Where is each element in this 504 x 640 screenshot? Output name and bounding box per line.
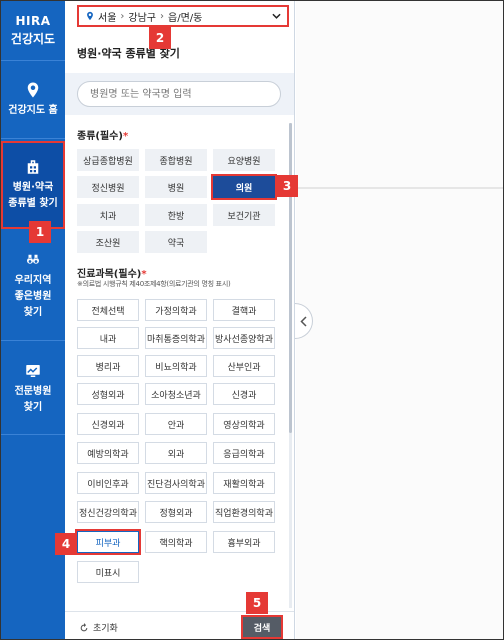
nav-item-label: 병원·약국 (12, 182, 54, 193)
nav-item-label: 찾기 (23, 306, 43, 318)
subject-section-label: 진료과목(필수)* (77, 269, 147, 280)
hospital-building-icon (27, 160, 39, 174)
subject-button[interactable]: 정신건강의학과 (77, 501, 139, 523)
nav-item-label: 건강지도 홈 (8, 104, 58, 116)
subject-button[interactable]: 방사선종양학과 (213, 327, 275, 349)
subject-button[interactable]: 신경외과 (77, 413, 139, 435)
nav-item-label: 전문병원 (14, 385, 52, 397)
facility-search-input[interactable] (77, 81, 281, 107)
nav-item-specialty-hospital-search[interactable]: 전문병원 찾기 (1, 343, 65, 435)
location-dong: 읍/면/동 (168, 12, 203, 24)
step-badge: 4 (55, 533, 77, 555)
nav-item-label: 우리지역 (14, 274, 52, 286)
nav-item-good-hospital-search[interactable]: 우리지역 좋은병원 찾기 (1, 231, 65, 341)
subject-button[interactable]: 비뇨의학과 (145, 355, 207, 377)
subject-button[interactable]: 마취통증의학과 (145, 327, 207, 349)
subject-button[interactable]: 정형외과 (145, 501, 207, 523)
subject-button[interactable]: 직업환경의학과 (213, 501, 275, 523)
location-pin-icon (27, 82, 39, 97)
step-badge: 2 (149, 27, 171, 49)
subject-button[interactable]: 진단검사의학과 (145, 472, 207, 494)
subject-button[interactable]: 성형외과 (77, 383, 139, 405)
search-panel: 서울 › 강남구 › 읍/면/동 병원·약국 종류별 찾기 종류(필수)* 상급… (65, 1, 295, 639)
subject-button[interactable]: 응급의학과 (213, 442, 275, 464)
map-road (296, 187, 503, 189)
app-frame: HIRA 건강지도 건강지도 홈 병원·약국 종류별 찾기 우리지역 좋은병원 … (0, 0, 504, 640)
type-button[interactable]: 요양병원 (213, 149, 275, 171)
subject-button[interactable]: 결핵과 (213, 299, 275, 321)
subject-button[interactable]: 핵의학과 (145, 531, 207, 553)
monitor-chart-icon (26, 364, 40, 377)
nav-item-label: 찾기 (23, 401, 43, 413)
subject-button[interactable]: 가정의학과 (145, 299, 207, 321)
subject-button[interactable]: 이비인후과 (77, 472, 139, 494)
type-button[interactable]: 조산원 (77, 231, 139, 253)
subject-button[interactable]: 신경과 (213, 383, 275, 405)
hira-logo[interactable]: HIRA 건강지도 (1, 1, 65, 61)
search-button[interactable]: 검색 (241, 615, 283, 639)
type-section-label: 종류(필수)* (77, 131, 129, 142)
subject-button[interactable]: 미표시 (77, 561, 139, 583)
subject-button[interactable]: 예방의학과 (77, 442, 139, 464)
chevron-down-icon (272, 13, 281, 19)
location-pin-icon (87, 11, 93, 21)
type-button[interactable]: 종합병원 (145, 149, 207, 171)
nav-item-hospital-type-search[interactable]: 병원·약국 종류별 찾기 (1, 141, 65, 229)
location-district: 강남구 (128, 12, 157, 24)
binoculars-icon (27, 254, 39, 264)
type-button[interactable]: 치과 (77, 204, 139, 226)
type-button[interactable]: 한방 (145, 204, 207, 226)
subject-button[interactable]: 병리과 (77, 355, 139, 377)
location-selector[interactable]: 서울 › 강남구 › 읍/면/동 (77, 5, 289, 27)
chevron-left-icon (300, 315, 307, 327)
type-button[interactable]: 약국 (145, 231, 207, 253)
subject-button[interactable]: 전체선택 (77, 299, 139, 321)
type-button[interactable]: 병원 (145, 176, 207, 198)
subject-note: ※의료법 시행규칙 제40조제4항(의료기관의 명칭 표시) (77, 280, 231, 288)
map-area[interactable] (296, 1, 503, 639)
reset-label: 초기화 (93, 624, 118, 634)
nav-item-label: 종류별 찾기 (8, 198, 58, 209)
nav-item-health-map-home[interactable]: 건강지도 홈 (1, 61, 65, 139)
panel-footer: 초기화 검색 (65, 611, 294, 639)
subject-button[interactable]: 흉부외과 (213, 531, 275, 553)
step-badge: 3 (276, 175, 298, 197)
type-button[interactable]: 정신병원 (77, 176, 139, 198)
logo-line1: HIRA (15, 14, 51, 28)
subject-button[interactable]: 내과 (77, 327, 139, 349)
subject-button[interactable]: 안과 (145, 413, 207, 435)
subject-button[interactable]: 영상의학과 (213, 413, 275, 435)
subject-button[interactable]: 외과 (145, 442, 207, 464)
chevron-right-icon: › (120, 10, 125, 22)
reset-button[interactable]: 초기화 (79, 621, 118, 634)
search-area (65, 73, 294, 115)
chevron-right-icon: › (160, 10, 165, 22)
subject-button[interactable]: 재활의학과 (213, 472, 275, 494)
type-button[interactable]: 상급종합병원 (77, 149, 139, 171)
subject-button-dermatology-selected[interactable]: 피부과 (75, 529, 141, 555)
type-button-clinic-selected[interactable]: 의원 (211, 174, 277, 200)
location-city: 서울 (98, 12, 117, 24)
type-button[interactable]: 보건기관 (213, 204, 275, 226)
step-badge: 5 (246, 592, 268, 614)
scrollbar-thumb[interactable] (289, 123, 292, 433)
step-badge: 1 (29, 221, 51, 243)
subject-button[interactable]: 산부인과 (213, 355, 275, 377)
subject-button[interactable]: 소아청소년과 (145, 383, 207, 405)
refresh-icon (80, 622, 88, 631)
logo-line2: 건강지도 (10, 32, 56, 46)
nav-item-label: 좋은병원 (14, 290, 52, 302)
